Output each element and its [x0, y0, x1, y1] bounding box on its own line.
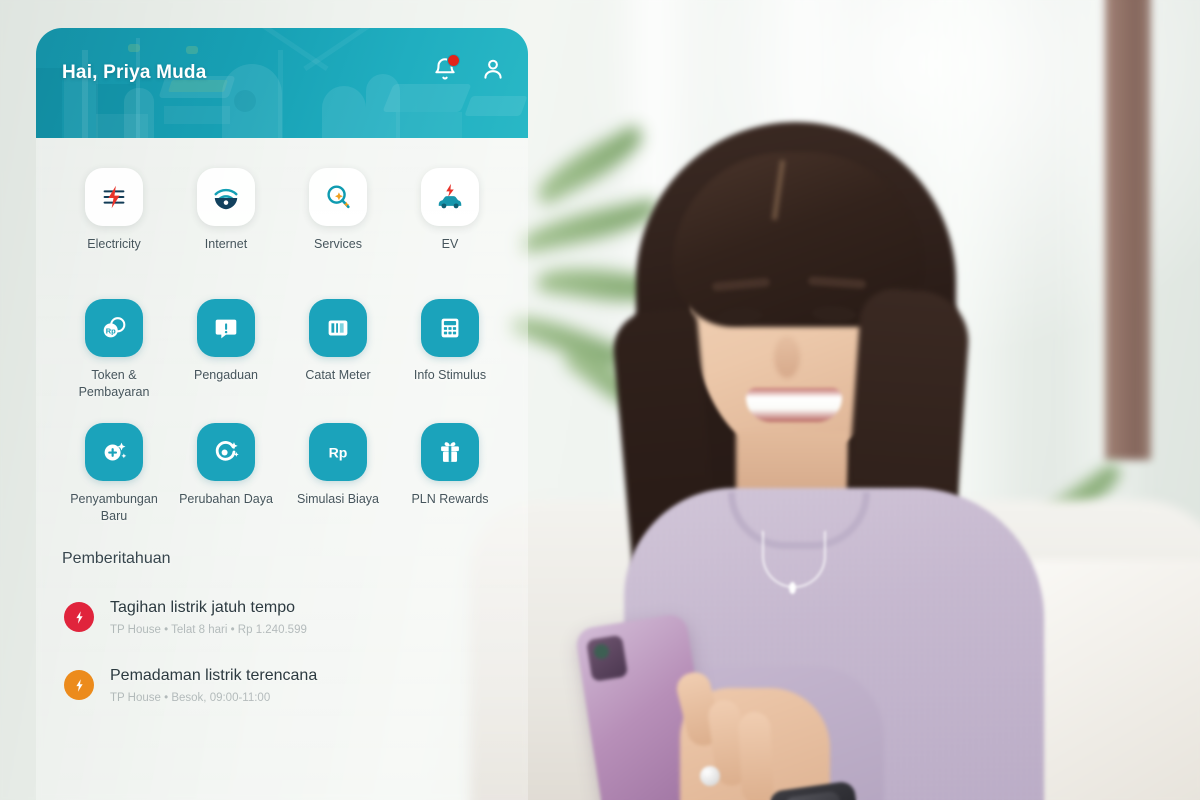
shortcut-label: Internet [204, 237, 248, 251]
shortcut-label: PLN Rewards [411, 491, 489, 506]
notification-subtitle: TP House • Besok, 09:00-11:00 [110, 692, 271, 705]
gift-icon [421, 422, 479, 481]
nose [774, 336, 800, 378]
app-body: Electricity Internet Services EV Rp Toke… [36, 138, 528, 720]
shortcut-internet[interactable]: Internet [170, 168, 282, 253]
shortcut-catat-meter[interactable]: Catat Meter [282, 298, 394, 401]
finger [737, 711, 775, 800]
shortcut-perubahan-daya[interactable]: Perubahan Daya [170, 422, 282, 525]
notifications-list: Tagihan listrik jatuh tempo TP House • T… [36, 584, 528, 720]
app-overlay-panel: Hai, Priya Muda Electricity Internet Ser… [36, 28, 528, 800]
ring [700, 766, 720, 786]
rupiah-coins-icon: Rp [85, 298, 143, 357]
header-actions [432, 54, 506, 82]
pln-lightning-icon [85, 168, 143, 226]
shortcut-pengaduan[interactable]: Pengaduan [170, 298, 282, 401]
unread-badge [447, 54, 460, 67]
power-change-icon [197, 422, 255, 481]
phone-camera-module [586, 634, 629, 682]
shortcut-pln-rewards[interactable]: PLN Rewards [394, 422, 506, 525]
smile [746, 388, 842, 422]
alert-bolt-icon [64, 602, 94, 633]
shortcut-label: Electricity [87, 237, 141, 251]
shortcut-penyambungan-baru[interactable]: Penyambungan Baru [58, 422, 170, 525]
shortcut-row-tertiary: Penyambungan Baru Perubahan Daya Rp Simu… [36, 422, 528, 525]
watch-face [783, 790, 845, 800]
notification-bell-button[interactable] [432, 54, 460, 82]
plug-plus-icon [85, 422, 143, 481]
shortcut-electricity[interactable]: Electricity [58, 168, 170, 253]
shortcut-row-secondary: Rp Token & Pembayaran Pengaduan Catat Me… [36, 298, 528, 401]
shortcut-info-stimulus[interactable]: Info Stimulus [394, 298, 506, 401]
shortcut-label: Simulasi Biaya [297, 491, 379, 506]
notification-item[interactable]: Tagihan listrik jatuh tempo TP House • T… [36, 584, 528, 652]
window-frame [1105, 0, 1151, 460]
greeting-text: Hai, Priya Muda [62, 62, 207, 83]
profile-button[interactable] [480, 56, 506, 82]
meter-reading-icon [309, 298, 367, 357]
notification-title: Tagihan listrik jatuh tempo [110, 599, 295, 617]
shortcut-label: Services [314, 237, 362, 251]
camera-lens [592, 642, 611, 661]
warning-bolt-icon [64, 670, 94, 701]
notifications-section-title: Pemberitahuan [62, 550, 171, 568]
app-header: Hai, Priya Muda [36, 28, 528, 138]
notification-subtitle: TP House • Telat 8 hari • Rp 1.240.599 [110, 624, 307, 637]
shortcut-services[interactable]: Services [282, 168, 394, 253]
shortcut-label: Token & Pembayaran [78, 367, 150, 399]
shortcut-simulasi-biaya[interactable]: Rp Simulasi Biaya [282, 422, 394, 525]
notification-texts: Tagihan listrik jatuh tempo TP House • T… [110, 598, 307, 638]
electric-car-icon [421, 168, 479, 226]
shortcut-label: Perubahan Daya [179, 491, 273, 506]
pendant [789, 582, 796, 594]
wifi-icon [197, 168, 255, 226]
shortcut-token-pembayaran[interactable]: Rp Token & Pembayaran [58, 298, 170, 401]
notification-texts: Pemadaman listrik terencana TP House • B… [110, 666, 317, 706]
complaint-chat-icon [197, 298, 255, 357]
shortcut-label: Pengaduan [194, 367, 258, 382]
shortcut-label: Penyambungan Baru [70, 491, 158, 523]
svg-text:Rp: Rp [329, 444, 348, 460]
calculator-icon [421, 298, 479, 357]
shortcut-label: Info Stimulus [413, 367, 487, 382]
person-subject [540, 60, 1100, 800]
search-sparkle-icon [309, 168, 367, 226]
rupiah-icon: Rp [309, 422, 367, 481]
shortcut-row-primary: Electricity Internet Services EV [36, 168, 528, 253]
shortcut-label: EV [441, 237, 459, 251]
screenshot-root: Hai, Priya Muda Electricity Internet Ser… [0, 0, 1200, 800]
shortcut-ev[interactable]: EV [394, 168, 506, 253]
shortcut-label: Catat Meter [305, 367, 371, 382]
notification-title: Pemadaman listrik terencana [110, 667, 318, 685]
notification-item[interactable]: Pemadaman listrik terencana TP House • B… [36, 652, 528, 720]
svg-text:Rp: Rp [106, 327, 116, 336]
